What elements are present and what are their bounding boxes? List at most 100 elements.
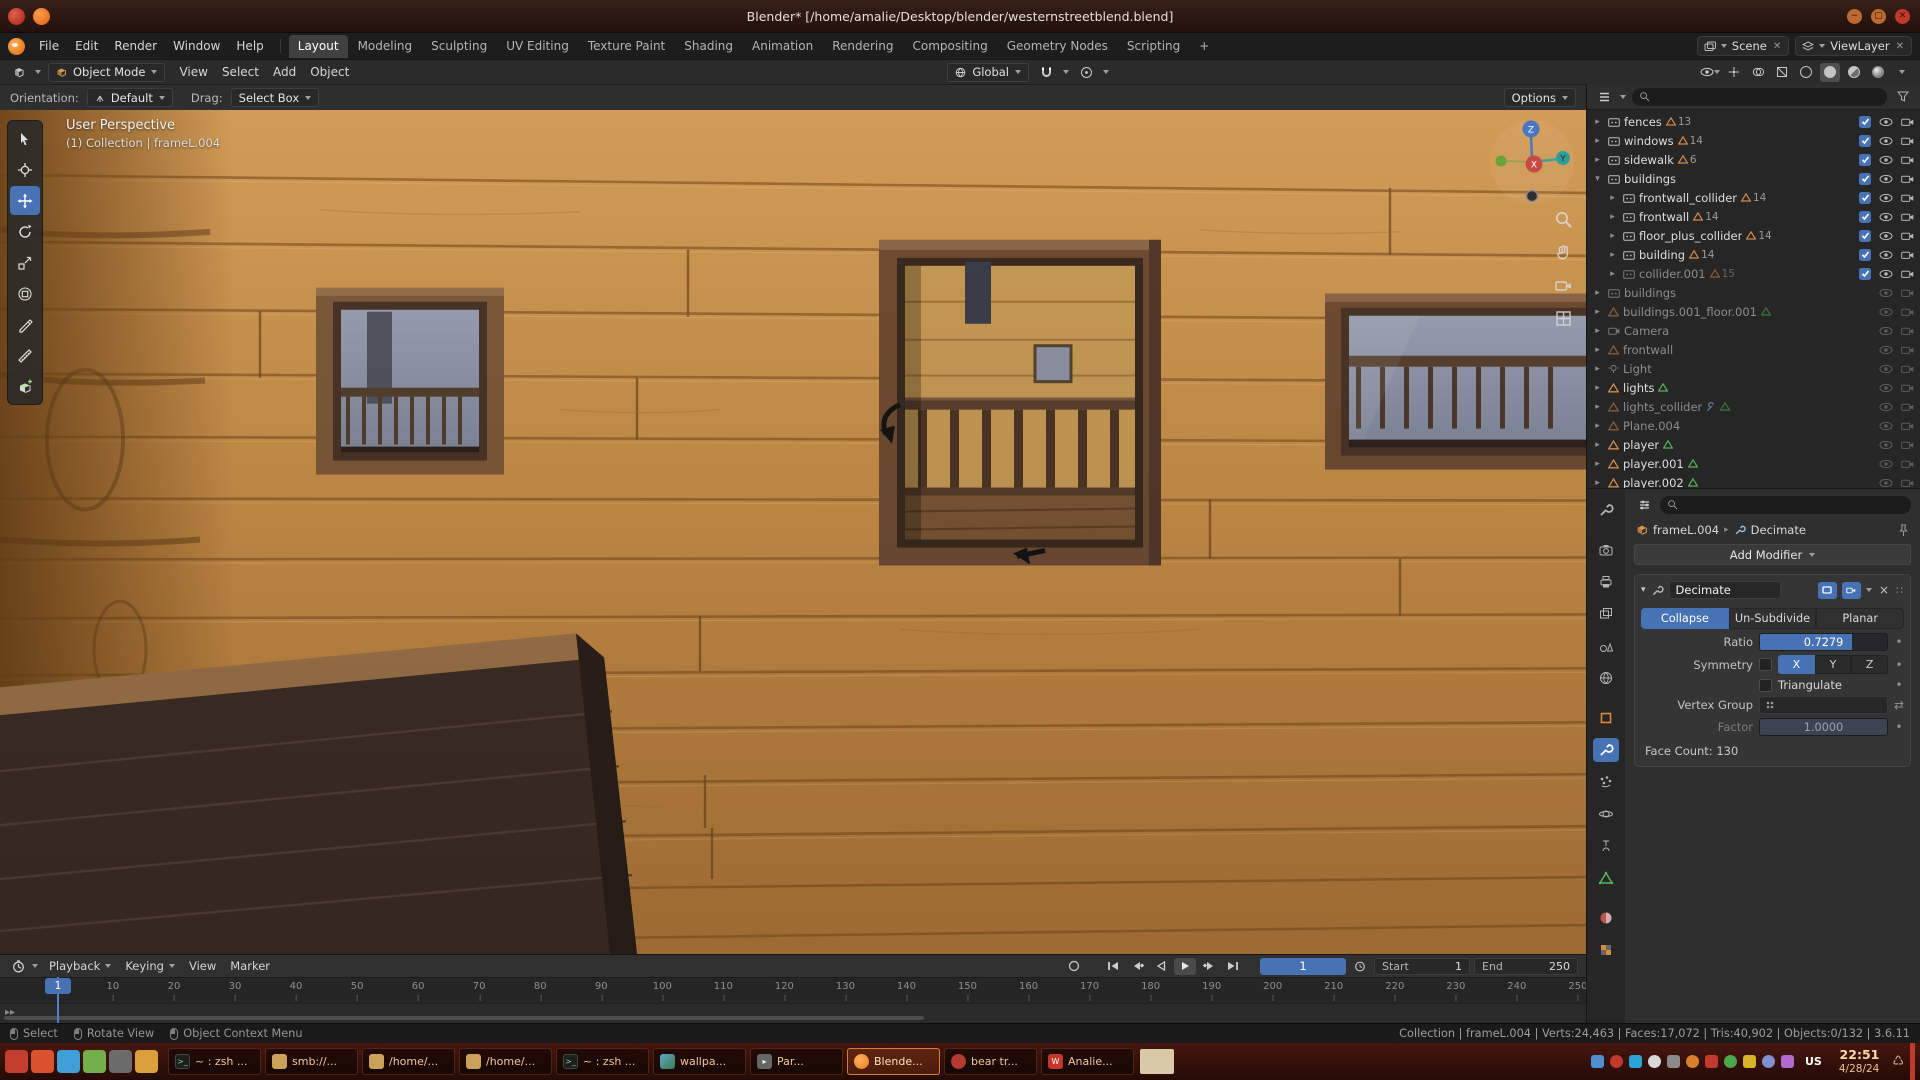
properties-tab-material[interactable] bbox=[1593, 906, 1619, 930]
taskbar-window-terminal[interactable]: >_~ : zsh ... bbox=[168, 1048, 261, 1075]
navigation-gizmo[interactable]: Z Y X bbox=[1486, 114, 1578, 213]
expand-arrow-icon[interactable]: ▸ bbox=[1591, 117, 1604, 127]
workspace-tab-sculpting[interactable]: Sculpting bbox=[422, 35, 496, 58]
hide-in-viewport-eye-icon[interactable] bbox=[1879, 421, 1893, 431]
breadcrumb-object[interactable]: frameL.004 bbox=[1653, 523, 1719, 537]
tool-scale-button[interactable] bbox=[10, 248, 40, 277]
viewport-menu-view[interactable]: View bbox=[172, 62, 214, 82]
modifier-extras-dropdown-icon[interactable] bbox=[1866, 588, 1872, 592]
expand-arrow-icon[interactable]: ▸ bbox=[1606, 269, 1619, 279]
workspace-tab-texture-paint[interactable]: Texture Paint bbox=[579, 35, 674, 58]
disable-in-render-camera-icon[interactable] bbox=[1901, 440, 1914, 450]
hide-in-viewport-eye-icon[interactable] bbox=[1879, 288, 1893, 298]
workspace-tab-animation[interactable]: Animation bbox=[743, 35, 822, 58]
workspace-tab-layout[interactable]: Layout bbox=[289, 35, 348, 58]
disable-in-render-camera-icon[interactable] bbox=[1901, 212, 1914, 222]
hide-in-viewport-eye-icon[interactable] bbox=[1879, 117, 1893, 127]
expand-arrow-icon[interactable]: ▸ bbox=[1591, 383, 1604, 393]
image-viewer-icon[interactable] bbox=[83, 1050, 106, 1073]
outliner-row-frontwall[interactable]: ▸ frontwall14 bbox=[1587, 207, 1920, 226]
tool-move-button[interactable] bbox=[10, 186, 40, 215]
jump-end-button[interactable] bbox=[1222, 958, 1244, 975]
tool-add-cube-button[interactable] bbox=[10, 372, 40, 401]
outliner-row-Plane.004[interactable]: ▸ Plane.004 bbox=[1587, 416, 1920, 435]
start-frame-field[interactable]: Start 1 bbox=[1374, 958, 1470, 975]
properties-tab-scene[interactable] bbox=[1593, 634, 1619, 658]
properties-editor-type-icon[interactable] bbox=[1634, 495, 1654, 514]
expand-arrow-icon[interactable]: ▾ bbox=[1591, 174, 1604, 184]
tray-network-icon[interactable] bbox=[1724, 1055, 1737, 1068]
selectable-checkbox[interactable] bbox=[1859, 268, 1871, 280]
timeline-ruler[interactable]: 1020304050607080901001101201301401501601… bbox=[0, 977, 1586, 1003]
symmetry-axis-x[interactable]: X bbox=[1778, 655, 1815, 674]
selectable-checkbox[interactable] bbox=[1859, 230, 1871, 242]
tray-notes-icon[interactable] bbox=[1591, 1055, 1604, 1068]
hide-in-viewport-eye-icon[interactable] bbox=[1879, 364, 1893, 374]
outliner-row-frontwall_collider[interactable]: ▸ frontwall_collider14 bbox=[1587, 188, 1920, 207]
outliner-row-buildings[interactable]: ▸ buildings bbox=[1587, 283, 1920, 302]
display-in-edit-mode-toggle[interactable] bbox=[1818, 582, 1837, 599]
hide-in-viewport-eye-icon[interactable] bbox=[1879, 345, 1893, 355]
taskbar-window-media[interactable]: ▸Par... bbox=[750, 1048, 843, 1075]
menu-file[interactable]: File bbox=[31, 36, 67, 56]
timeline-menu-marker[interactable]: Marker bbox=[223, 957, 277, 975]
disable-in-render-camera-icon[interactable] bbox=[1901, 250, 1914, 260]
outliner-row-player[interactable]: ▸ player bbox=[1587, 435, 1920, 454]
prev-frame-button[interactable] bbox=[1150, 958, 1172, 975]
modifier-name-field[interactable]: Decimate bbox=[1669, 581, 1781, 599]
properties-tab-texture[interactable] bbox=[1593, 938, 1619, 962]
outliner-row-lights[interactable]: ▸ lights bbox=[1587, 378, 1920, 397]
play-button[interactable] bbox=[1174, 958, 1196, 975]
close-button[interactable]: ✕ bbox=[1895, 9, 1910, 24]
viewlayer-selector[interactable]: ViewLayer ✕ bbox=[1795, 36, 1912, 56]
expand-arrow-icon[interactable]: ▸ bbox=[1591, 440, 1604, 450]
menu-help[interactable]: Help bbox=[228, 36, 271, 56]
properties-tab-particles[interactable] bbox=[1593, 770, 1619, 794]
display-in-render-toggle[interactable] bbox=[1842, 582, 1861, 599]
expand-arrow-icon[interactable]: ▸ bbox=[1591, 459, 1604, 469]
gizmo-y-label[interactable]: Y bbox=[1559, 155, 1566, 165]
taskbar-window-folder[interactable]: /home/... bbox=[459, 1048, 552, 1075]
gizmo-toggle-icon[interactable] bbox=[1724, 63, 1744, 82]
expand-arrow-icon[interactable]: ▸ bbox=[1606, 212, 1619, 222]
pan-hand-icon[interactable] bbox=[1554, 243, 1573, 265]
properties-tab-physics[interactable] bbox=[1593, 802, 1619, 826]
web-browser-icon[interactable] bbox=[57, 1050, 80, 1073]
mode-dropdown[interactable]: Object Mode bbox=[48, 63, 165, 82]
hide-in-viewport-eye-icon[interactable] bbox=[1879, 212, 1893, 222]
tray-update-icon[interactable] bbox=[1743, 1055, 1756, 1068]
outliner-row-buildings.001_floor.001[interactable]: ▸ buildings.001_floor.001 bbox=[1587, 302, 1920, 321]
blender-logo-icon[interactable] bbox=[8, 38, 25, 55]
decimate-tab-planar[interactable]: Planar bbox=[1816, 608, 1904, 629]
hide-in-viewport-eye-icon[interactable] bbox=[1879, 383, 1893, 393]
outliner-row-floor_plus_collider[interactable]: ▸ floor_plus_collider14 bbox=[1587, 226, 1920, 245]
disable-in-render-camera-icon[interactable] bbox=[1901, 136, 1914, 146]
hide-in-viewport-eye-icon[interactable] bbox=[1879, 231, 1893, 241]
tray-screenshot-icon[interactable] bbox=[1648, 1055, 1661, 1068]
properties-tab-output[interactable] bbox=[1593, 570, 1619, 594]
properties-search-input[interactable] bbox=[1660, 496, 1911, 514]
outliner-row-fences[interactable]: ▸ fences13 bbox=[1587, 112, 1920, 131]
current-frame-field[interactable]: 1 bbox=[1260, 958, 1346, 975]
applications-menu-icon[interactable] bbox=[5, 1050, 28, 1073]
shading-wireframe-icon[interactable] bbox=[1796, 63, 1816, 82]
shading-rendered-icon[interactable] bbox=[1868, 63, 1888, 82]
disable-in-render-camera-icon[interactable] bbox=[1901, 155, 1914, 165]
gizmo-z-label[interactable]: Z bbox=[1528, 126, 1534, 136]
hide-in-viewport-eye-icon[interactable] bbox=[1879, 155, 1893, 165]
auto-keying-icon[interactable] bbox=[1064, 957, 1084, 976]
disable-in-render-camera-icon[interactable] bbox=[1901, 288, 1914, 298]
hide-in-viewport-eye-icon[interactable] bbox=[1879, 326, 1893, 336]
tool-annotate-button[interactable] bbox=[10, 310, 40, 339]
disable-in-render-camera-icon[interactable] bbox=[1901, 269, 1914, 279]
expand-arrow-icon[interactable]: ▸ bbox=[1591, 288, 1604, 298]
editor-type-icon[interactable] bbox=[8, 63, 28, 82]
timeline-channel-strip[interactable]: ▸▸ bbox=[0, 1003, 1586, 1023]
properties-tab-object-data[interactable] bbox=[1593, 866, 1619, 890]
tool-transform-button[interactable] bbox=[10, 279, 40, 308]
outliner-row-player.001[interactable]: ▸ player.001 bbox=[1587, 454, 1920, 473]
selectable-checkbox[interactable] bbox=[1859, 135, 1871, 147]
3d-viewport[interactable]: User Perspective (1) Collection | frameL… bbox=[0, 110, 1586, 954]
visibility-dropdown-icon[interactable] bbox=[1700, 63, 1720, 82]
vertex-group-field[interactable] bbox=[1759, 696, 1888, 714]
